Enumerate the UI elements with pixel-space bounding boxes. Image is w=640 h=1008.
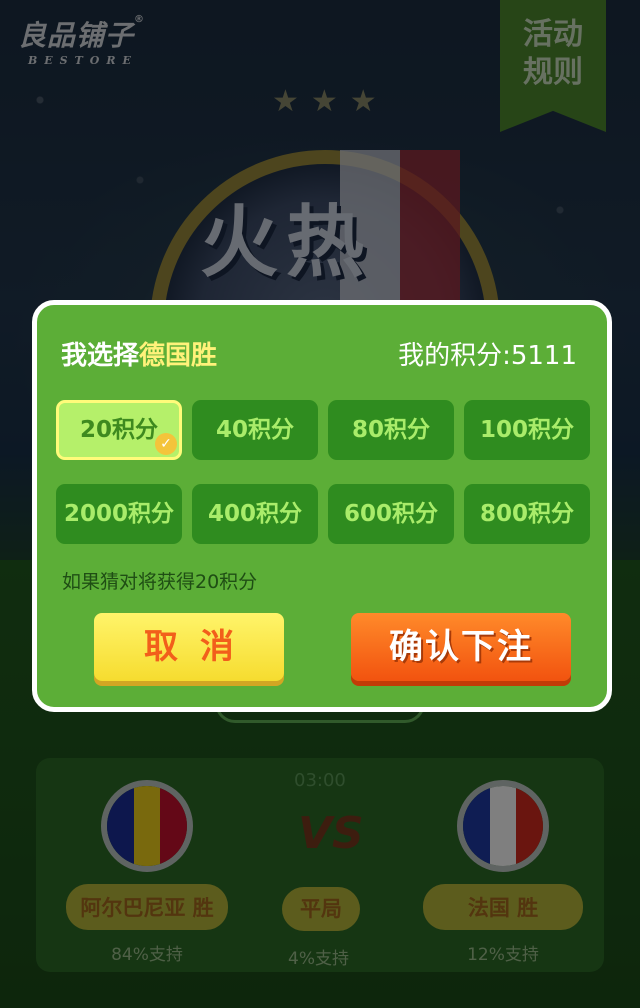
points-option-20[interactable]: 20积分 ✓ [56,400,182,460]
points-option-100[interactable]: 100积分 [464,400,590,460]
my-points: 我的积分:5111 [398,341,577,371]
choice-team: 德国胜 [139,341,218,371]
bet-modal: 我选择德国胜 我的积分:5111 20积分 ✓ 40积分 80积分 100积分 … [32,300,612,712]
points-options: 20积分 ✓ 40积分 80积分 100积分 2000积分 400积分 600积… [56,400,590,544]
reward-hint: 如果猜对将获得20积分 [62,571,258,593]
points-option-2000[interactable]: 2000积分 [56,484,182,544]
checkmark-icon: ✓ [155,433,177,455]
points-option-400[interactable]: 400积分 [192,484,318,544]
points-option-40[interactable]: 40积分 [192,400,318,460]
points-option-600[interactable]: 600积分 [328,484,454,544]
choice-prefix: 我选择 [61,341,140,371]
points-option-80[interactable]: 80积分 [328,400,454,460]
cancel-button[interactable]: 取消 [94,613,284,681]
selected-choice: 我选择德国胜 [61,335,217,372]
option-label: 20积分 [79,417,158,443]
modal-header: 我选择德国胜 我的积分:5111 [61,335,577,375]
confirm-bet-button[interactable]: 确认下注 [351,613,571,681]
points-option-800[interactable]: 800积分 [464,484,590,544]
